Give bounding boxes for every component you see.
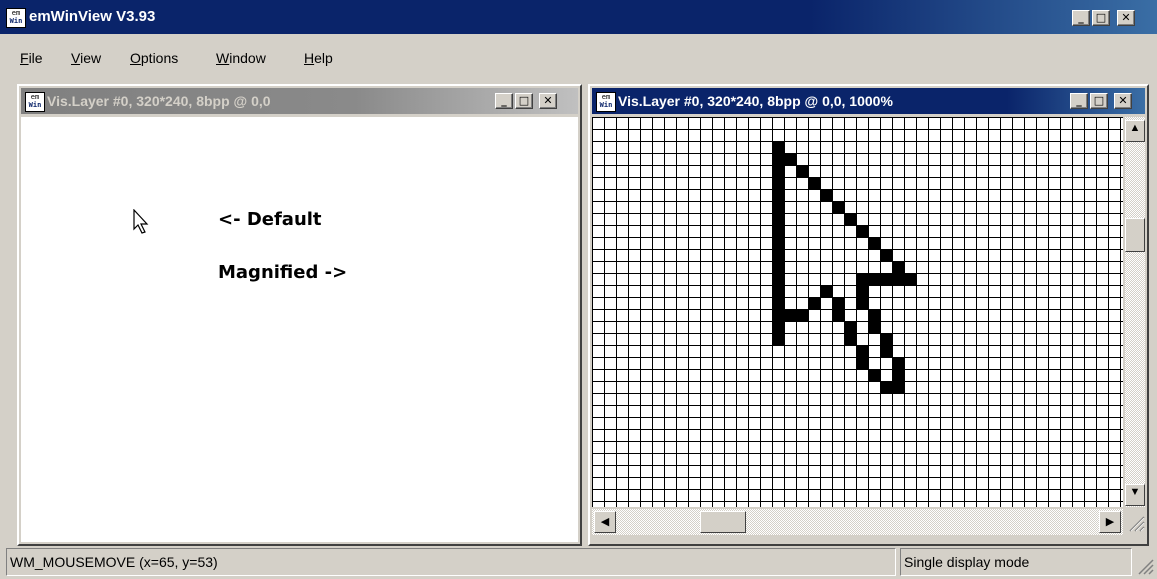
magnified-pixel <box>772 273 784 285</box>
magnified-pixel <box>820 285 832 297</box>
scroll-left-button[interactable]: ◀ <box>594 511 616 533</box>
magnified-pixel <box>772 333 784 345</box>
left-window-titlebar[interactable]: em Win Vis.Layer #0, 320*240, 8bpp @ 0,0 … <box>21 88 578 114</box>
magnified-pixel <box>784 309 796 321</box>
magnified-pixel <box>868 309 880 321</box>
magnified-pixel <box>880 345 892 357</box>
label-default: <- Default <box>218 209 322 230</box>
magnified-pixel <box>844 321 856 333</box>
left-window-icon[interactable]: em Win <box>25 92 45 112</box>
magnified-pixel <box>892 369 904 381</box>
magnified-pixel <box>856 297 868 309</box>
menu-options[interactable]: Options <box>130 50 178 66</box>
magnified-pixel <box>784 153 796 165</box>
magnified-pixel <box>808 177 820 189</box>
menu-help[interactable]: Help <box>304 50 333 66</box>
menu-view-rest: iew <box>80 50 102 66</box>
size-grip-icon[interactable] <box>1127 513 1145 533</box>
magnified-pixel <box>796 165 808 177</box>
status-size-grip-icon[interactable] <box>1136 556 1154 576</box>
magnified-pixel <box>856 285 868 297</box>
horizontal-scroll-thumb[interactable] <box>700 511 746 533</box>
magnified-pixel <box>892 357 904 369</box>
magnified-pixel <box>844 213 856 225</box>
magnified-pixel <box>856 357 868 369</box>
status-mode: Single display mode <box>900 548 1132 576</box>
magnified-pixel <box>772 141 784 153</box>
magnified-pixel <box>772 297 784 309</box>
app-icon[interactable]: em Win <box>6 8 26 28</box>
arrow-cursor-icon <box>133 209 149 234</box>
magnified-pixel <box>856 273 868 285</box>
magnified-pixel-grid[interactable] <box>592 117 1123 507</box>
menu-window[interactable]: Window <box>216 50 266 66</box>
magnified-pixel <box>772 213 784 225</box>
magnified-pixel <box>856 345 868 357</box>
right-window-title: Vis.Layer #0, 320*240, 8bpp @ 0,0, 1000% <box>618 93 893 109</box>
magnified-pixel <box>832 201 844 213</box>
magnified-pixel <box>772 237 784 249</box>
left-close-button[interactable]: ✕ <box>539 93 557 109</box>
magnified-pixel <box>904 273 916 285</box>
menu-file-rest: ile <box>28 50 43 66</box>
menu-file[interactable]: File <box>20 50 43 66</box>
magnified-pixel <box>772 321 784 333</box>
magnified-pixel <box>844 333 856 345</box>
status-message: WM_MOUSEMOVE (x=65, y=53) <box>6 548 896 576</box>
magnified-pixel <box>868 321 880 333</box>
magnified-pixel <box>772 309 784 321</box>
menu-options-rest: ptions <box>140 50 179 66</box>
magnified-pixel <box>892 381 904 393</box>
magnified-pixel <box>772 201 784 213</box>
left-canvas[interactable]: <- Default Magnified -> <box>21 117 578 542</box>
scroll-down-button[interactable]: ▼ <box>1125 484 1145 506</box>
menu-help-rest: elp <box>314 50 333 66</box>
magnified-pixel <box>880 273 892 285</box>
magnified-pixel <box>880 249 892 261</box>
magnified-pixel <box>832 297 844 309</box>
right-close-button[interactable]: ✕ <box>1114 93 1132 109</box>
main-title-bar[interactable]: em Win emWinView V3.93 _ □ ✕ <box>0 0 1157 34</box>
magnified-pixel <box>856 225 868 237</box>
magnified-pixel <box>772 285 784 297</box>
magnified-pixel <box>772 165 784 177</box>
vertical-scroll-track[interactable] <box>1125 117 1145 507</box>
magnified-pixel <box>892 273 904 285</box>
menu-window-rest: indow <box>229 50 266 66</box>
magnified-pixel <box>832 309 844 321</box>
magnified-pixel <box>772 249 784 261</box>
magnified-pixel <box>772 153 784 165</box>
label-magnified: Magnified -> <box>218 262 348 283</box>
close-button[interactable]: ✕ <box>1117 10 1135 26</box>
magnified-pixel <box>868 273 880 285</box>
magnified-pixel <box>808 297 820 309</box>
magnified-pixel <box>892 261 904 273</box>
vertical-scroll-thumb[interactable] <box>1125 218 1145 252</box>
magnified-pixel <box>772 189 784 201</box>
maximize-button[interactable]: □ <box>1092 10 1110 26</box>
right-minimize-button[interactable]: _ <box>1070 93 1088 109</box>
right-window-icon[interactable]: em Win <box>596 92 616 112</box>
magnified-pixel <box>880 333 892 345</box>
magnified-pixel <box>772 177 784 189</box>
left-minimize-button[interactable]: _ <box>495 93 513 109</box>
magnified-pixel <box>868 369 880 381</box>
left-window-title: Vis.Layer #0, 320*240, 8bpp @ 0,0 <box>47 93 271 109</box>
horizontal-scroll-track[interactable] <box>592 509 1123 535</box>
magnified-pixel <box>880 381 892 393</box>
magnified-pixel <box>868 237 880 249</box>
menu-view[interactable]: View <box>71 50 101 66</box>
magnified-pixel <box>772 261 784 273</box>
left-maximize-button[interactable]: □ <box>515 93 533 109</box>
scroll-right-button[interactable]: ▶ <box>1099 511 1121 533</box>
magnified-pixel <box>772 225 784 237</box>
app-title: emWinView V3.93 <box>29 8 156 25</box>
magnified-pixel <box>820 189 832 201</box>
scroll-up-button[interactable]: ▲ <box>1125 120 1145 142</box>
minimize-button[interactable]: _ <box>1072 10 1090 26</box>
right-window-titlebar[interactable]: em Win Vis.Layer #0, 320*240, 8bpp @ 0,0,… <box>592 88 1145 114</box>
right-maximize-button[interactable]: □ <box>1090 93 1108 109</box>
magnified-pixel <box>796 309 808 321</box>
